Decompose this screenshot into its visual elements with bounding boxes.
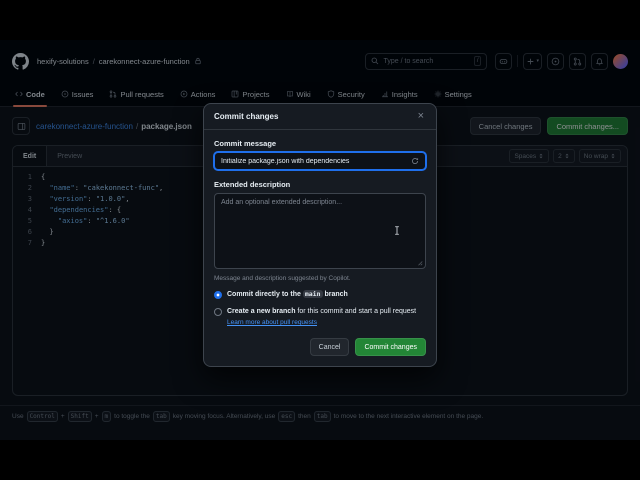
new-branch-label: Create a new branch for this commit and … xyxy=(227,307,416,316)
label-text: Commit directly to the xyxy=(227,291,303,298)
commit-direct-option[interactable]: Commit directly to the main branch xyxy=(214,290,426,299)
regenerate-button[interactable] xyxy=(411,157,419,165)
github-page: hexify-solutions / carekonnect-azure-fun… xyxy=(0,40,640,440)
radio-selected[interactable] xyxy=(214,290,222,299)
label-text: for this commit and start a pull request xyxy=(295,308,417,315)
commit-direct-label: Commit directly to the main branch xyxy=(227,290,348,299)
commit-message-label: Commit message xyxy=(214,139,277,148)
sync-icon xyxy=(412,158,419,164)
dialog-title: Commit changes xyxy=(214,112,279,121)
radio-unselected[interactable] xyxy=(214,307,222,316)
new-branch-option[interactable]: Create a new branch for this commit and … xyxy=(214,307,426,316)
extended-description-label: Extended description xyxy=(214,180,291,189)
dialog-body: Commit message Extended description Mess… xyxy=(204,130,436,330)
label-text: Create a xyxy=(227,308,257,315)
commit-message-input[interactable] xyxy=(221,157,407,165)
close-button[interactable]: × xyxy=(416,111,426,122)
branch-name-code: main xyxy=(302,290,323,298)
dialog-header: Commit changes × xyxy=(204,104,436,130)
commit-message-field xyxy=(214,152,426,170)
copilot-note: Message and description suggested by Cop… xyxy=(214,275,351,282)
commit-dialog: Commit changes × Commit message Extended… xyxy=(203,103,437,367)
label-text: new branch xyxy=(256,308,296,315)
text-cursor xyxy=(394,226,400,235)
dialog-footer: Cancel Commit changes xyxy=(204,330,436,366)
description-field xyxy=(214,193,426,269)
commit-changes-button[interactable]: Commit changes xyxy=(355,338,426,356)
cancel-button[interactable]: Cancel xyxy=(309,338,350,356)
resize-handle-icon[interactable] xyxy=(417,260,423,266)
learn-more-link[interactable]: Learn more about pull requests xyxy=(227,319,317,326)
label-text: branch xyxy=(322,291,348,298)
